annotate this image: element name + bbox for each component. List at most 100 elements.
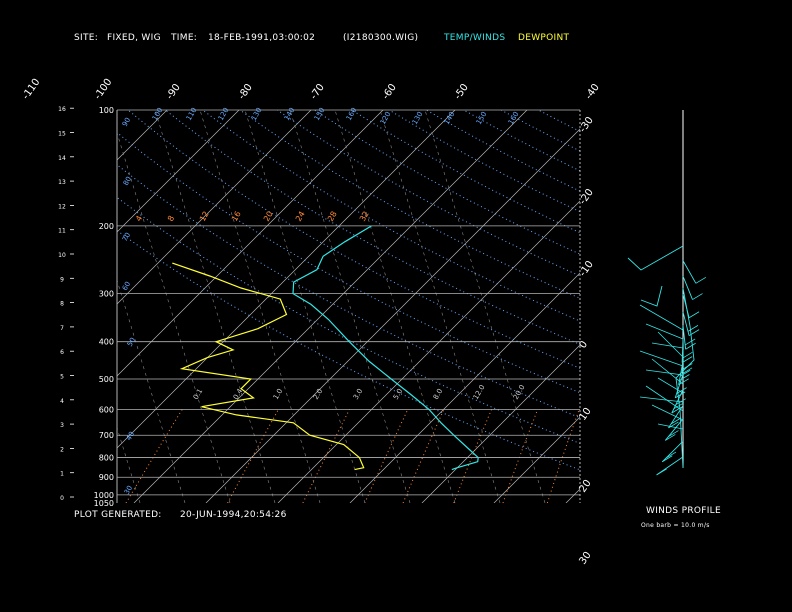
isotherm-30 xyxy=(638,110,792,503)
height-label-0: 0 xyxy=(60,495,64,502)
dry-adiabat-label-80: 80 xyxy=(122,175,133,187)
isotherm--90 xyxy=(117,110,168,161)
skewt-plot-page: SITE: FIXED, WIG TIME: 18-FEB-1991,03:00… xyxy=(0,0,792,612)
temp-label-top--70: -70 xyxy=(308,82,326,102)
isotherm--50 xyxy=(117,110,456,449)
dry-adiabat-110 xyxy=(276,110,580,277)
temp-label-top--80: -80 xyxy=(236,82,254,102)
dry-adiabat-140 xyxy=(388,110,580,213)
height-label-15: 15 xyxy=(58,131,66,138)
dry-adiabat-label-90: 90 xyxy=(121,116,132,128)
dry-adiabat-90 xyxy=(202,110,580,322)
mixing-ratio-upper-label-4: 4 xyxy=(134,214,144,223)
mixing-ratio-label-0: 0.1 xyxy=(192,387,204,401)
moist-adiabat-8 xyxy=(379,110,501,503)
mixing-ratio-12 xyxy=(546,409,580,503)
height-label-13: 13 xyxy=(58,179,66,186)
dry-adiabat-label-40: 40 xyxy=(125,430,136,442)
dry-adiabat-label-150: 150 xyxy=(313,106,327,122)
mixing-ratio-0.1 xyxy=(125,409,183,503)
dewpoint-trace xyxy=(172,262,365,471)
plot-area xyxy=(0,110,792,504)
pressure-label-1050: 1050 xyxy=(94,499,114,508)
mixing-ratio-5 xyxy=(453,409,493,503)
mixing-ratio-upper-label-28: 28 xyxy=(326,210,339,223)
isotherm--20 xyxy=(277,200,580,503)
mixing-ratio-label-1: 0.4 xyxy=(232,387,245,401)
dry-adiabat-170 xyxy=(500,110,580,152)
isotherm--110 xyxy=(0,110,23,503)
temperature-trace xyxy=(292,225,479,471)
pressure-label-500: 500 xyxy=(99,375,114,384)
pressure-label-200: 200 xyxy=(99,222,114,231)
moist-adiabat-5 xyxy=(244,110,366,503)
mixing-ratio-label-5: 5.0 xyxy=(392,387,404,401)
mixing-ratio-label-7: 12.0 xyxy=(472,383,487,401)
dry-adiabat-label-110: 110 xyxy=(185,106,199,122)
temp-label-top--90: -90 xyxy=(164,82,182,102)
dry-adiabat-30 xyxy=(117,229,580,471)
dry-adiabat-130 xyxy=(351,110,580,234)
isotherm--70 xyxy=(117,110,312,305)
height-label-12: 12 xyxy=(58,203,66,210)
isotherm--10 xyxy=(349,272,580,503)
height-label-3: 3 xyxy=(60,422,64,429)
moist-adiabat-4 xyxy=(199,110,321,503)
dry-adiabat-label-30: 30 xyxy=(123,484,134,496)
dry-adiabat-label-top-140: 140 xyxy=(443,110,457,126)
height-label-4: 4 xyxy=(60,398,64,405)
isotherm--80 xyxy=(117,110,240,233)
pressure-label-600: 600 xyxy=(99,405,114,414)
wind-barb-flag-13-0 xyxy=(695,276,707,284)
mixing-ratio-upper-label-8: 8 xyxy=(166,214,176,223)
isotherm--40 xyxy=(133,110,528,503)
pressure-label-700: 700 xyxy=(99,431,114,440)
dry-adiabat-label-70: 70 xyxy=(121,231,132,243)
mixing-ratio-20 xyxy=(606,410,634,504)
pressure-label-300: 300 xyxy=(99,290,114,299)
temp-label-top--50: -50 xyxy=(452,82,470,102)
mixing-ratio-label-2: 1.0 xyxy=(272,387,284,401)
dry-adiabat-160 xyxy=(463,110,580,172)
skewt-diagram: 1002003004005006007008009001000105001234… xyxy=(0,77,792,567)
isotherm--60 xyxy=(117,110,384,377)
wind-trace-0 xyxy=(639,304,684,331)
dry-adiabat-label-160: 160 xyxy=(345,106,359,122)
isotherm-20 xyxy=(565,488,580,503)
wind-barb-flag-10-1 xyxy=(687,325,699,332)
wind-trace-5 xyxy=(645,369,684,376)
temp-label-top--110: -110 xyxy=(20,77,42,102)
mixing-ratio-upper-label-20: 20 xyxy=(262,210,275,223)
wind-barb-flag-12-0 xyxy=(692,293,703,300)
mixing-ratio-1 xyxy=(302,409,350,503)
temp-label-top--40: -40 xyxy=(583,82,601,102)
moist-adiabat-6 xyxy=(289,110,411,503)
moist-adiabat-1 xyxy=(117,279,186,503)
temp-label-top--100: -100 xyxy=(92,77,114,102)
temp-label-right-20: 20 xyxy=(577,478,593,495)
isotherm-50 xyxy=(782,110,792,503)
dry-adiabat-70 xyxy=(127,110,580,369)
moist-adiabat-9 xyxy=(424,110,546,503)
temp-label-top--60: -60 xyxy=(380,82,398,102)
wind-trace-4 xyxy=(639,350,684,367)
height-label-14: 14 xyxy=(58,155,66,162)
wind-barb-flag-11-0 xyxy=(688,311,700,319)
pressure-label-900: 900 xyxy=(99,473,114,482)
moist-adiabat-3 xyxy=(154,110,276,503)
mixing-ratio-upper-label-16: 16 xyxy=(230,210,243,223)
isotherm--100 xyxy=(0,110,95,503)
height-label-6: 6 xyxy=(60,349,64,356)
mixing-ratio-2 xyxy=(364,409,409,503)
moist-adiabat-2 xyxy=(117,131,231,503)
isotherm--30 xyxy=(205,128,580,503)
dry-adiabat-label-120: 120 xyxy=(217,106,231,122)
dry-adiabat-label-top-130: 130 xyxy=(411,110,425,126)
pressure-label-400: 400 xyxy=(99,338,114,347)
wind-upper-2 xyxy=(640,285,663,307)
mixing-ratio-label-4: 3.0 xyxy=(352,387,364,401)
height-label-16: 16 xyxy=(58,106,66,113)
dry-adiabat-180 xyxy=(538,110,580,132)
moist-adiabat-7 xyxy=(334,110,456,503)
height-label-2: 2 xyxy=(60,446,64,453)
